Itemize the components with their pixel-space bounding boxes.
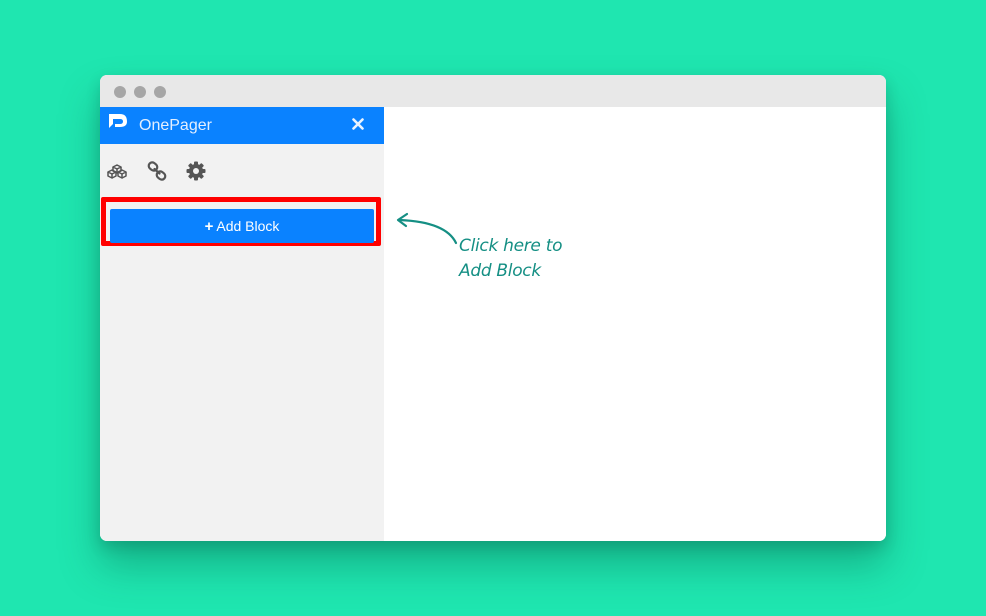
annotation-text: Click here to Add Block [459,234,609,284]
onepager-logo-icon [109,114,127,128]
curved-arrow-icon [396,212,458,245]
add-block-label: Add Block [216,218,280,234]
link-icon[interactable] [146,160,168,182]
annotation-line-2: Add Block [459,261,541,281]
window-titlebar [100,75,886,107]
page-content-area[interactable] [384,107,886,541]
blocks-icon[interactable] [106,160,128,182]
window-dot-minimize[interactable] [134,86,146,98]
gear-icon[interactable] [185,160,207,182]
add-block-button[interactable]: + Add Block [110,209,374,243]
close-icon[interactable] [350,116,366,132]
browser-window: OnePager + Add Block [100,75,886,541]
app-title: OnePager [139,117,212,134]
plus-icon: + [204,217,214,235]
window-dot-close[interactable] [114,86,126,98]
window-dot-maximize[interactable] [154,86,166,98]
annotation-line-1: Click here to [459,236,563,256]
sidebar-header: OnePager [100,107,384,144]
sidebar: OnePager + Add Block [100,107,384,541]
